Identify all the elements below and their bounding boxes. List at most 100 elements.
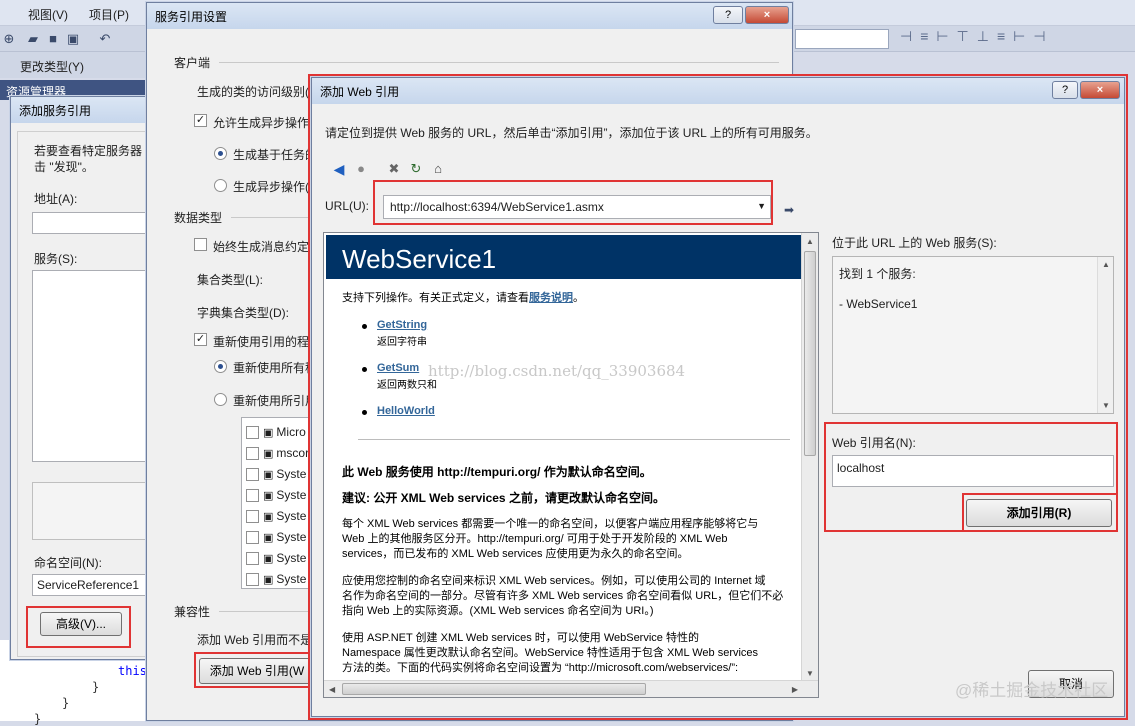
dialog-title: 服务引用设置 bbox=[155, 10, 228, 24]
services-found-panel: 找到 1 个服务: - WebService1 ▲ ▼ bbox=[832, 256, 1114, 414]
assembly-item[interactable]: ▣ Syste bbox=[246, 551, 306, 566]
assembly-icon: ▣ bbox=[263, 490, 274, 502]
chevron-left-icon[interactable]: ◀ bbox=[329, 685, 335, 694]
add-web-reference-button[interactable]: 添加 Web 引用(W bbox=[199, 658, 315, 684]
reuse-all-radio[interactable] bbox=[214, 360, 227, 373]
scrollbar[interactable]: ▲ ▼ bbox=[1097, 257, 1113, 413]
paragraph-line: 指向 Web 上的实际资源。(XML Web services 命名空间为 UR… bbox=[342, 605, 654, 617]
horizontal-scrollbar[interactable]: ◀ ▶ bbox=[324, 680, 818, 697]
menu-project[interactable]: 项目(P) bbox=[89, 6, 129, 23]
assembly-item[interactable]: ▣ Syste bbox=[246, 509, 306, 524]
task-based-radio[interactable] bbox=[214, 147, 227, 160]
go-arrow-icon[interactable]: ➡ bbox=[782, 203, 796, 217]
stop-icon[interactable]: ● bbox=[354, 162, 368, 176]
add-reference-button[interactable]: 添加引用(R) bbox=[966, 499, 1112, 527]
reuse-types-label: 重新使用引用的程 bbox=[213, 335, 310, 349]
assembly-item[interactable]: ▣ Syste bbox=[246, 572, 306, 587]
async-ops-label: 生成异步操作( bbox=[233, 180, 309, 194]
assembly-item[interactable]: ▣ Micro bbox=[246, 425, 306, 440]
advice-heading: 建议: 公开 XML Web services 之前，请更改默认命名空间。 bbox=[342, 491, 665, 505]
data-type-section-title: 数据类型 bbox=[174, 211, 223, 225]
operations-list[interactable] bbox=[32, 482, 154, 540]
dialog-titlebar: 添加 Web 引用 bbox=[312, 78, 1124, 104]
save-all-icon[interactable]: ▣ bbox=[66, 32, 80, 46]
dialog-titlebar: 服务引用设置 bbox=[147, 3, 792, 29]
allow-async-checkbox[interactable]: ✓ bbox=[194, 114, 207, 127]
intro-text: 支持下列操作。有关正式定义，请查看服务说明。 bbox=[342, 292, 584, 304]
assembly-icon: ▣ bbox=[263, 553, 274, 565]
assembly-icon: ▣ bbox=[263, 511, 274, 523]
url-label: URL(U): bbox=[325, 199, 369, 213]
paragraph-line: 应使用您控制的命名空间来标识 XML Web services。例如，可以使用公… bbox=[342, 575, 766, 587]
bullet-icon bbox=[362, 367, 367, 372]
web-browser-panel[interactable]: WebService1 支持下列操作。有关正式定义，请查看服务说明。 GetSt… bbox=[323, 232, 819, 698]
operation-link[interactable]: GetSum bbox=[377, 362, 419, 374]
url-input[interactable]: http://localhost:6394/WebService1.asmx ▼ bbox=[383, 195, 771, 219]
dialog-title: 添加 Web 引用 bbox=[320, 85, 400, 99]
scrollbar-thumb[interactable] bbox=[804, 251, 816, 456]
scrollbar-thumb[interactable] bbox=[342, 683, 646, 695]
reuse-types-checkbox[interactable]: ✓ bbox=[194, 333, 207, 346]
corner-watermark: @稀土掘金技术社区 bbox=[955, 681, 1109, 700]
ref-name-label: Web 引用名(N): bbox=[832, 436, 916, 450]
back-icon[interactable]: ◀ bbox=[332, 162, 346, 176]
reuse-selected-label: 重新使用所引用 bbox=[233, 394, 318, 408]
assembly-item[interactable]: ▣ mscor bbox=[246, 446, 309, 461]
dialog-body: 若要查看特定服务器 击 "发现"。 地址(A): 服务(S): 命名空间(N):… bbox=[17, 131, 155, 657]
align-tools-icon[interactable]: ⊣≡⊢⊤⊥≡⊢⊣ bbox=[900, 28, 1135, 50]
watermark-text: http://blog.csdn.net/qq_33903684 bbox=[428, 362, 686, 380]
close-icon[interactable]: ✖ bbox=[387, 162, 401, 176]
menu-view[interactable]: 视图(V) bbox=[28, 6, 68, 23]
undo-icon[interactable]: ↶ bbox=[98, 32, 112, 46]
divider bbox=[358, 439, 790, 440]
help-button[interactable]: ? bbox=[1052, 81, 1078, 99]
chevron-up-icon[interactable]: ▲ bbox=[1102, 260, 1110, 269]
operation-link[interactable]: GetString bbox=[377, 319, 427, 331]
paragraph-line: 名作为命名空间的一部分。尽管有许多 XML Web services 命名空间看… bbox=[342, 590, 784, 602]
always-gen-checkbox[interactable] bbox=[194, 238, 207, 251]
service-item[interactable]: - WebService1 bbox=[839, 297, 917, 311]
save-icon[interactable]: ■ bbox=[46, 32, 60, 46]
add-web-ref-hint: 添加 Web 引用而不是 bbox=[197, 633, 313, 647]
paragraph-line: 方法的类。下面的代码实例将命名空间设置为 “http://microsoft.c… bbox=[342, 662, 739, 674]
address-label: 地址(A): bbox=[34, 192, 78, 206]
assembly-item[interactable]: ▣ Syste bbox=[246, 467, 306, 482]
chevron-right-icon[interactable]: ▶ bbox=[792, 685, 798, 694]
always-gen-label: 始终生成消息约定 bbox=[213, 240, 310, 254]
close-button[interactable]: × bbox=[745, 6, 789, 24]
compat-section-title: 兼容性 bbox=[174, 605, 211, 619]
assembly-icon: ▣ bbox=[263, 469, 274, 481]
reuse-selected-radio[interactable] bbox=[214, 393, 227, 406]
close-button[interactable]: × bbox=[1080, 81, 1120, 99]
advanced-button[interactable]: 高级(V)... bbox=[40, 612, 122, 636]
dialog-titlebar: 添加服务引用 bbox=[11, 97, 159, 123]
assembly-item[interactable]: ▣ Syste bbox=[246, 530, 306, 545]
instruction-text: 请定位到提供 Web 服务的 URL，然后单击“添加引用”，添加位于该 URL … bbox=[325, 126, 818, 140]
new-icon[interactable]: ⊕ bbox=[2, 32, 16, 46]
operation-link[interactable]: HelloWorld bbox=[377, 405, 435, 417]
url-value: http://localhost:6394/WebService1.asmx bbox=[390, 200, 604, 214]
dialog-title: 添加服务引用 bbox=[19, 104, 92, 118]
chevron-down-icon[interactable]: ▼ bbox=[757, 201, 766, 211]
async-ops-radio[interactable] bbox=[214, 179, 227, 192]
assembly-item[interactable]: ▣ Syste bbox=[246, 488, 306, 503]
services-label: 服务(S): bbox=[34, 252, 78, 266]
change-type-button[interactable]: 更改类型(Y) bbox=[20, 58, 84, 75]
services-tree[interactable] bbox=[32, 270, 154, 462]
chevron-down-icon[interactable]: ▼ bbox=[1102, 401, 1110, 410]
address-input[interactable] bbox=[32, 212, 154, 234]
namespace-input[interactable]: ServiceReference1 bbox=[32, 574, 154, 596]
vertical-scrollbar[interactable]: ▲ ▼ bbox=[801, 233, 818, 682]
open-folder-icon[interactable]: ▰ bbox=[26, 32, 40, 46]
services-at-url-label: 位于此 URL 上的 Web 服务(S): bbox=[832, 236, 997, 250]
namespace-heading: 此 Web 服务使用 http://tempuri.org/ 作为默认命名空间。 bbox=[342, 465, 652, 479]
chevron-down-icon[interactable]: ▼ bbox=[806, 669, 814, 678]
ref-name-input[interactable]: localhost bbox=[832, 455, 1114, 487]
help-button[interactable]: ? bbox=[713, 6, 743, 24]
chevron-up-icon[interactable]: ▲ bbox=[806, 237, 814, 246]
refresh-icon[interactable]: ↻ bbox=[409, 162, 423, 176]
dict-type-label: 字典集合类型(D): bbox=[197, 306, 289, 320]
home-icon[interactable]: ⌂ bbox=[431, 162, 445, 176]
vs-toolbar-combo[interactable] bbox=[795, 29, 889, 49]
service-description-link[interactable]: 服务说明 bbox=[529, 292, 573, 304]
